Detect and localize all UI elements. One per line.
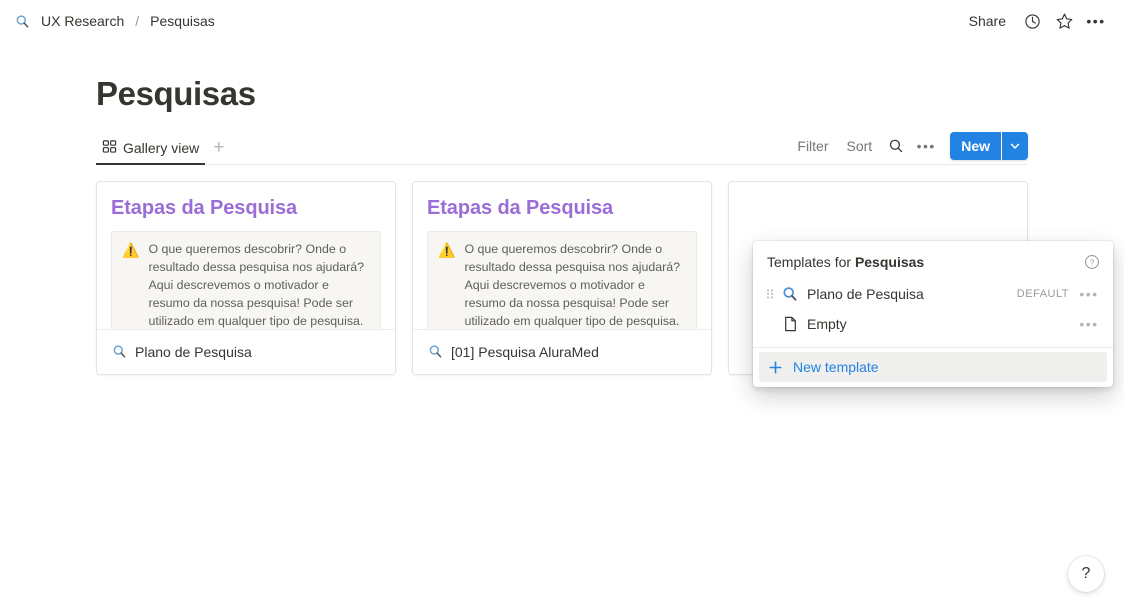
add-view-button[interactable]: + <box>205 138 232 164</box>
view-toolbar-actions: Filter Sort ••• New <box>789 131 1028 164</box>
tab-gallery-view-label: Gallery view <box>123 139 200 156</box>
breadcrumb-separator: / <box>135 13 140 29</box>
more-dots-glyph: ••• <box>1086 13 1106 29</box>
question-mark-icon: ? <box>1081 565 1091 582</box>
card-callout: ⚠️ O que queremos descobrir? Onde o resu… <box>427 230 697 329</box>
new-template-label: New template <box>793 359 879 375</box>
page-content: Pesquisas Gallery view + Filter Sort •••… <box>0 74 1124 387</box>
card-title: Plano de Pesquisa <box>135 343 252 360</box>
view-more-dots-glyph: ••• <box>916 137 936 154</box>
breadcrumb: UX Research / Pesquisas <box>14 11 219 31</box>
plus-icon <box>767 360 783 375</box>
template-default-badge: DEFAULT <box>1016 288 1069 300</box>
warning-icon: ⚠️ <box>122 241 140 258</box>
template-more-dots-glyph: ••• <box>1079 316 1099 332</box>
breadcrumb-parent[interactable]: UX Research <box>37 11 128 31</box>
card-callout-text: O que queremos descobrir? Onde o resulta… <box>148 241 365 329</box>
templates-list: Plano de Pesquisa DEFAULT ••• Empty ••• <box>753 279 1113 347</box>
template-item-label: Plano de Pesquisa <box>807 286 924 302</box>
more-horizontal-icon[interactable]: ••• <box>1082 7 1110 35</box>
warning-icon: ⚠️ <box>438 241 456 258</box>
magnifier-icon <box>779 286 801 302</box>
template-item-plano-de-pesquisa[interactable]: Plano de Pesquisa DEFAULT ••• <box>759 279 1107 309</box>
template-more-icon[interactable]: ••• <box>1077 287 1101 301</box>
view-toolbar: Gallery view + Filter Sort ••• New <box>96 131 1028 165</box>
new-button[interactable]: New <box>950 131 1001 160</box>
template-more-icon[interactable]: ••• <box>1077 317 1101 331</box>
help-button[interactable]: ? <box>1068 556 1104 592</box>
top-bar-actions: Share ••• <box>961 7 1110 35</box>
card-footer: Plano de Pesquisa <box>97 329 395 374</box>
star-icon[interactable] <box>1050 7 1078 35</box>
magnifier-icon <box>111 344 127 360</box>
page-icon <box>779 316 801 332</box>
card-heading: Etapas da Pesquisa <box>427 196 614 219</box>
template-item-empty[interactable]: Empty ••• <box>759 309 1107 339</box>
templates-panel-title: Templates for Pesquisas <box>767 254 924 270</box>
gallery-grid-icon <box>102 139 117 157</box>
templates-panel-header: Templates for Pesquisas ? <box>753 241 1113 279</box>
svg-text:?: ? <box>1090 258 1095 267</box>
breadcrumb-current[interactable]: Pesquisas <box>146 11 219 31</box>
filter-button[interactable]: Filter <box>789 134 836 158</box>
tab-gallery-view[interactable]: Gallery view <box>96 139 206 165</box>
view-more-icon[interactable]: ••• <box>912 133 940 159</box>
share-button[interactable]: Share <box>961 9 1014 33</box>
card-heading: Etapas da Pesquisa <box>111 196 298 219</box>
gallery-card[interactable]: Etapas da Pesquisa ⚠️ O que queremos des… <box>412 180 712 375</box>
templates-panel-title-prefix: Templates for <box>767 254 855 270</box>
templates-dropdown-panel: Templates for Pesquisas ? Plano de Pesqu… <box>753 241 1113 387</box>
new-template-button[interactable]: New template <box>759 352 1107 382</box>
card-callout: ⚠️ O que queremos descobrir? Onde o resu… <box>111 230 381 329</box>
top-bar: UX Research / Pesquisas Share ••• <box>0 0 1124 42</box>
magnifier-icon <box>427 344 443 360</box>
template-more-dots-glyph: ••• <box>1079 286 1099 302</box>
card-callout-text: O que queremos descobrir? Onde o resulta… <box>464 241 681 329</box>
card-preview: Etapas da Pesquisa ⚠️ O que queremos des… <box>413 182 711 330</box>
page-title: Pesquisas <box>96 75 256 112</box>
new-button-group: New <box>950 131 1028 160</box>
magnifier-icon <box>14 13 31 30</box>
search-icon[interactable] <box>882 133 910 159</box>
chevron-down-icon[interactable] <box>1002 131 1028 160</box>
templates-panel-database-name: Pesquisas <box>854 254 925 270</box>
card-footer: [01] Pesquisa AluraMed <box>413 329 711 374</box>
drag-handle-icon[interactable] <box>761 287 779 301</box>
gallery-card[interactable]: Etapas da Pesquisa ⚠️ O que queremos des… <box>96 180 396 375</box>
card-title: [01] Pesquisa AluraMed <box>451 343 599 360</box>
sort-button[interactable]: Sort <box>839 134 881 158</box>
question-circle-icon[interactable]: ? <box>1083 253 1101 271</box>
clock-icon[interactable] <box>1018 7 1046 35</box>
templates-panel-footer: New template <box>753 347 1113 387</box>
template-item-label: Empty <box>807 316 847 332</box>
card-preview: Etapas da Pesquisa ⚠️ O que queremos des… <box>97 182 395 330</box>
